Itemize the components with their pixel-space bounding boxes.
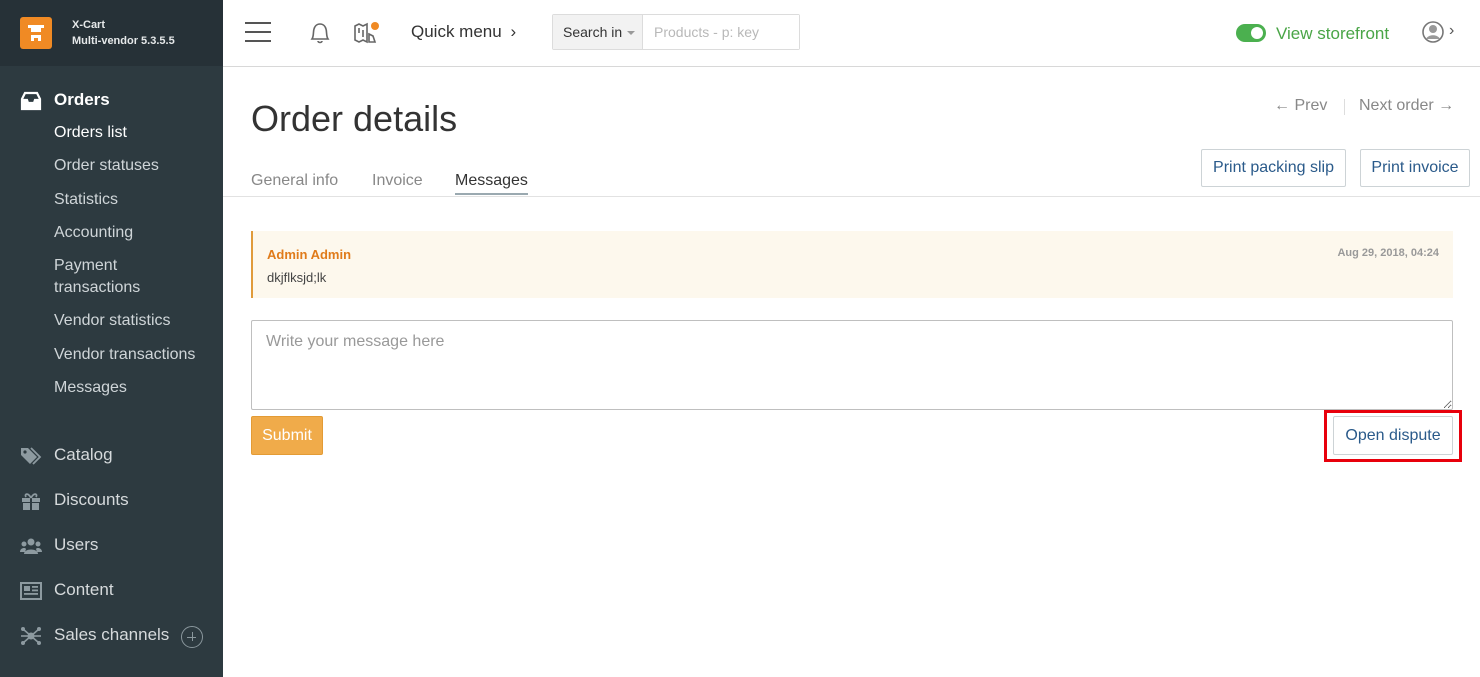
users-icon [20,538,42,554]
storefront-notifications-icon[interactable] [353,20,381,46]
quick-menu-button[interactable]: Quick menu › [411,22,516,42]
sidebar-item-payment-transactions[interactable]: Payment transactions [54,255,164,299]
page-title: Order details [251,98,458,139]
gift-icon [22,493,40,510]
print-invoice-button[interactable]: Print invoice [1360,149,1470,187]
sidebar-item-label: Orders [54,90,110,109]
tabs-divider [223,196,1480,197]
sidebar-item-catalog[interactable]: Catalog [0,438,223,472]
message-text: dkjflksjd;lk [267,270,327,285]
message-author: Admin Admin [267,247,352,262]
tab-general-info[interactable]: General info [251,172,338,190]
search-in-label: Search in [563,24,623,40]
sidebar-item-vendor-statistics[interactable]: Vendor statistics [54,310,171,332]
search-input[interactable] [644,15,799,49]
submit-button[interactable]: Submit [251,416,323,455]
tag-icon [21,447,42,465]
storefront-toggle[interactable] [1236,24,1266,42]
sidebar-item-label: Content [54,580,114,599]
sidebar-item-sales-channels[interactable]: Sales channels [0,618,223,652]
sidebar-item-orders-list[interactable]: Orders list [54,122,127,144]
prev-order-link[interactable]: ← Prev [1274,97,1327,115]
tab-invoice[interactable]: Invoice [372,172,423,190]
sidebar-item-label: Sales channels [54,625,170,644]
sidebar-item-accounting[interactable]: Accounting [54,222,133,244]
brand-name: X-Cart [72,19,106,31]
message-date: Aug 29, 2018, 04:24 [1337,247,1439,259]
caret-down-icon [627,31,635,35]
pager-divider [1344,99,1345,115]
open-dispute-button[interactable]: Open dispute [1333,416,1453,455]
top-bar: Quick menu › Search in View storefront › [223,0,1480,67]
sidebar-item-orders[interactable]: Orders [0,83,223,117]
sidebar-item-statistics[interactable]: Statistics [54,189,118,211]
brand-header: X-Cart Multi-vendor 5.3.5.5 [0,0,223,66]
sidebar-item-label: Catalog [54,445,113,464]
search-in-dropdown[interactable]: Search in [553,15,643,49]
message-textarea[interactable] [251,320,1453,410]
inbox-icon [20,91,42,111]
sidebar-item-discounts[interactable]: Discounts [0,483,223,517]
sidebar-item-messages[interactable]: Messages [54,377,127,399]
brand-version: Multi-vendor 5.3.5.5 [72,35,175,47]
chevron-right-icon[interactable]: › [1449,22,1454,40]
network-icon [21,627,41,645]
hamburger-menu-icon[interactable] [245,21,271,43]
message-item: Admin Admin Aug 29, 2018, 04:24 dkjflksj… [251,231,1453,298]
sidebar: X-Cart Multi-vendor 5.3.5.5 Orders Order… [0,0,223,677]
user-avatar-icon[interactable] [1422,21,1444,43]
quick-menu-label: Quick menu [411,22,502,41]
bell-icon[interactable] [308,20,332,46]
add-sales-channel-icon[interactable] [181,626,203,648]
newspaper-icon [20,582,42,600]
view-storefront-link[interactable]: View storefront [1276,24,1389,44]
sidebar-item-label: Users [54,535,99,554]
sidebar-item-users[interactable]: Users [0,528,223,562]
sidebar-item-label: Discounts [54,490,129,509]
chevron-right-icon: › [510,22,517,41]
print-packing-slip-button[interactable]: Print packing slip [1201,149,1346,187]
tab-messages[interactable]: Messages [455,172,528,195]
xcart-logo-icon[interactable] [20,17,52,49]
sidebar-item-order-statuses[interactable]: Order statuses [54,155,159,177]
sidebar-item-content[interactable]: Content [0,573,223,607]
next-order-link[interactable]: Next order → [1359,97,1454,115]
sidebar-item-vendor-transactions[interactable]: Vendor transactions [54,344,195,366]
search-box: Search in [552,14,800,50]
